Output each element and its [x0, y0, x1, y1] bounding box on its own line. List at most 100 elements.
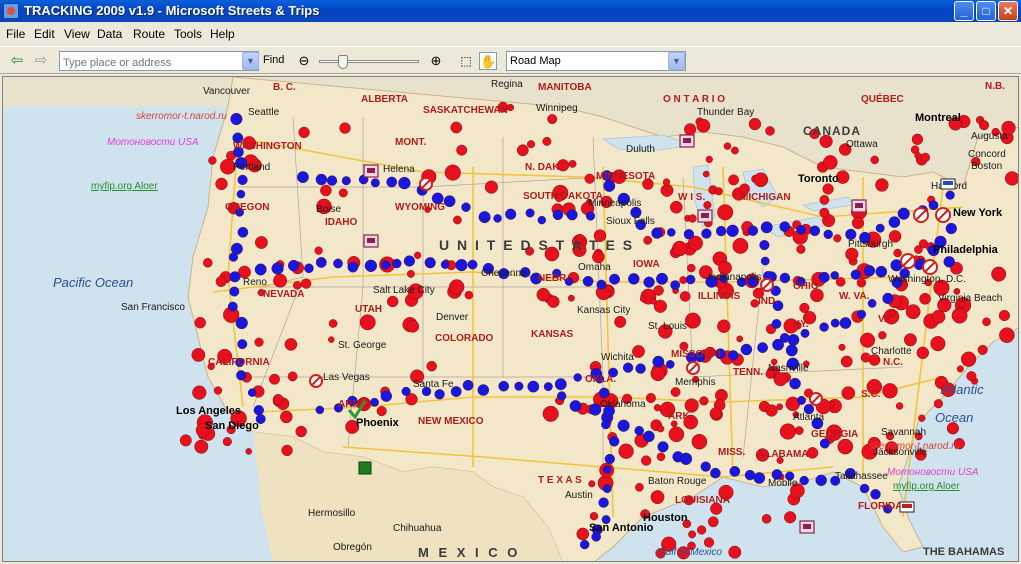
red-pin[interactable] — [314, 246, 323, 255]
blue-pin[interactable] — [888, 216, 901, 228]
red-pin[interactable] — [870, 155, 879, 165]
red-pin[interactable] — [656, 425, 665, 433]
blue-pin[interactable] — [582, 275, 594, 287]
red-pin[interactable] — [717, 204, 734, 221]
blue-pin[interactable] — [643, 276, 655, 288]
red-pin[interactable] — [823, 155, 838, 170]
blue-pin[interactable] — [789, 377, 801, 390]
blue-pin[interactable] — [728, 350, 739, 361]
blue-pin[interactable] — [461, 202, 471, 212]
select-tool-icon[interactable]: ⬚ — [457, 52, 475, 70]
blue-pin[interactable] — [665, 360, 675, 369]
car-icon[interactable] — [899, 501, 915, 513]
blue-pin[interactable] — [227, 301, 238, 312]
blue-pin[interactable] — [679, 452, 693, 465]
red-pin[interactable] — [213, 386, 223, 395]
red-pin[interactable] — [703, 537, 715, 548]
red-pin[interactable] — [765, 404, 778, 417]
blue-pin[interactable] — [602, 465, 612, 474]
blue-pin[interactable] — [467, 259, 478, 270]
red-pin[interactable] — [650, 490, 665, 504]
map-style-select[interactable]: Road Map — [506, 51, 686, 71]
speed-camera-icon[interactable] — [363, 164, 379, 178]
red-pin[interactable] — [643, 235, 653, 245]
red-pin[interactable] — [914, 152, 922, 160]
red-pin[interactable] — [576, 527, 590, 541]
red-pin[interactable] — [736, 335, 744, 343]
red-pin[interactable] — [413, 251, 422, 259]
no-entry-icon[interactable] — [686, 361, 700, 375]
blue-pin[interactable] — [839, 317, 852, 329]
blue-pin[interactable] — [315, 173, 328, 186]
blue-pin[interactable] — [304, 263, 314, 274]
blue-pin[interactable] — [779, 333, 790, 343]
car-icon[interactable] — [940, 178, 956, 190]
red-pin[interactable] — [656, 452, 666, 462]
blue-pin[interactable] — [557, 391, 567, 401]
speed-camera-icon[interactable] — [851, 199, 867, 213]
blue-pin[interactable] — [271, 262, 284, 275]
blue-pin[interactable] — [945, 222, 957, 235]
red-pin[interactable] — [916, 346, 929, 359]
blue-pin[interactable] — [462, 379, 474, 391]
blue-pin[interactable] — [882, 292, 894, 304]
red-pin[interactable] — [588, 480, 596, 488]
app-globe-icon[interactable] — [3, 3, 19, 19]
red-pin[interactable] — [203, 258, 213, 268]
red-pin[interactable] — [215, 177, 228, 191]
red-pin[interactable] — [931, 309, 946, 324]
blue-pin[interactable] — [398, 176, 411, 190]
red-pin[interactable] — [295, 425, 307, 438]
red-pin[interactable] — [407, 270, 415, 278]
blue-pin[interactable] — [543, 382, 553, 392]
red-pin[interactable] — [650, 366, 666, 382]
blue-pin[interactable] — [652, 355, 665, 368]
blue-pin[interactable] — [657, 441, 669, 453]
red-pin[interactable] — [301, 278, 312, 289]
blue-pin[interactable] — [797, 395, 806, 405]
red-pin[interactable] — [222, 437, 232, 447]
blue-pin[interactable] — [237, 174, 248, 185]
red-pin[interactable] — [799, 302, 810, 313]
blue-pin[interactable] — [875, 223, 885, 233]
blue-pin[interactable] — [247, 388, 257, 397]
back-arrow-icon[interactable]: ⇦ — [8, 52, 26, 70]
blue-pin[interactable] — [596, 279, 607, 290]
blue-pin[interactable] — [710, 467, 721, 479]
blue-pin[interactable] — [726, 224, 739, 237]
blue-pin[interactable] — [580, 539, 590, 550]
red-pin[interactable] — [688, 214, 697, 223]
red-pin[interactable] — [215, 276, 227, 287]
red-pin[interactable] — [960, 351, 977, 367]
no-entry-icon[interactable] — [419, 177, 433, 191]
blue-pin[interactable] — [700, 461, 711, 472]
red-pin[interactable] — [717, 319, 731, 333]
red-pin[interactable] — [453, 215, 462, 225]
red-pin[interactable] — [376, 406, 387, 417]
blue-pin[interactable] — [288, 259, 300, 272]
blue-pin[interactable] — [237, 226, 249, 238]
red-pin[interactable] — [978, 120, 990, 131]
red-pin[interactable] — [732, 237, 749, 254]
blue-pin[interactable] — [771, 319, 782, 329]
blue-pin[interactable] — [443, 195, 456, 208]
red-pin[interactable] — [714, 187, 723, 196]
blue-pin[interactable] — [651, 227, 663, 239]
blue-pin[interactable] — [514, 381, 524, 391]
no-entry-icon[interactable] — [913, 207, 929, 223]
red-pin[interactable] — [328, 319, 338, 328]
blue-pin[interactable] — [785, 344, 798, 357]
blue-pin[interactable] — [819, 438, 830, 449]
blue-pin[interactable] — [598, 497, 609, 508]
red-pin[interactable] — [728, 174, 739, 186]
blue-pin[interactable] — [683, 229, 695, 240]
blue-pin[interactable] — [715, 225, 727, 237]
menu-data[interactable]: Data — [97, 27, 122, 41]
red-pin[interactable] — [456, 144, 468, 156]
red-pin[interactable] — [784, 511, 797, 524]
blue-pin[interactable] — [863, 265, 876, 277]
blue-pin[interactable] — [796, 224, 806, 235]
blue-pin[interactable] — [573, 373, 582, 382]
red-pin[interactable] — [449, 279, 465, 295]
blue-pin[interactable] — [254, 263, 267, 276]
